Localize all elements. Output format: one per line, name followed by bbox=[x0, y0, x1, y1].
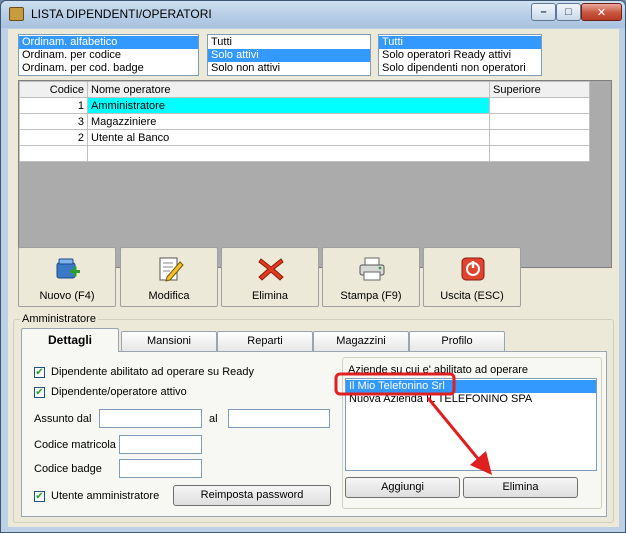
sort-option[interactable]: Ordinam. per codice bbox=[19, 49, 198, 62]
add-company-button[interactable]: Aggiungi bbox=[345, 477, 460, 498]
grid-header-row: Codice Nome operatore Superiore bbox=[19, 81, 590, 98]
delete-button-label: Elimina bbox=[251, 290, 289, 302]
table-row[interactable]: 2 Utente al Banco bbox=[19, 129, 590, 146]
admin-user-checkbox[interactable]: ✔ bbox=[34, 491, 45, 502]
cell-superior[interactable] bbox=[489, 129, 590, 146]
edit-button-label: Modifica bbox=[148, 290, 190, 302]
enabled-ready-label: Dipendente abilitato ad operare su Ready bbox=[51, 366, 255, 378]
delete-x-icon bbox=[258, 258, 284, 281]
type-filter-option[interactable]: Solo operatori Ready attivi bbox=[379, 49, 541, 62]
badge-field[interactable] bbox=[119, 459, 202, 478]
client-area: Ordinam. alfabetico Ordinam. per codice … bbox=[8, 29, 619, 527]
companies-label: Aziende su cui e' abilitato ad operare bbox=[348, 364, 529, 376]
cell-name[interactable]: Utente al Banco bbox=[87, 129, 490, 146]
tab-reparti[interactable]: Reparti bbox=[217, 331, 313, 351]
cell-name[interactable]: Amministratore bbox=[87, 97, 490, 114]
cell-superior[interactable] bbox=[489, 113, 590, 130]
active-filter-option[interactable]: Tutti bbox=[208, 36, 370, 49]
cell-code[interactable]: 3 bbox=[19, 113, 88, 130]
print-button[interactable]: Stampa (F9) bbox=[322, 247, 420, 307]
sort-option[interactable]: Ordinam. alfabetico bbox=[19, 36, 198, 49]
active-filter-option[interactable]: Solo non attivi bbox=[208, 62, 370, 75]
cell-superior[interactable] bbox=[489, 97, 590, 114]
tab-dettagli[interactable]: Dettagli bbox=[21, 328, 119, 352]
tab-magazzini[interactable]: Magazzini bbox=[313, 331, 409, 351]
printer-icon bbox=[359, 257, 385, 281]
maximize-button[interactable]: □ bbox=[556, 3, 581, 21]
remove-company-button[interactable]: Elimina bbox=[463, 477, 578, 498]
cell-name[interactable] bbox=[87, 145, 490, 162]
matricola-label: Codice matricola bbox=[34, 439, 116, 451]
header-superior[interactable]: Superiore bbox=[489, 81, 590, 98]
enabled-ready-checkbox[interactable]: ✔ bbox=[34, 367, 45, 378]
app-icon bbox=[9, 7, 24, 21]
close-button[interactable]: ✕ bbox=[581, 3, 622, 21]
company-item[interactable]: Il Mio Telefonino Srl bbox=[346, 380, 596, 393]
companies-list[interactable]: Il Mio Telefonino Srl Nuova Azienda IL T… bbox=[345, 378, 597, 471]
operators-grid[interactable]: Codice Nome operatore Superiore 1 Ammini… bbox=[18, 80, 612, 268]
active-filter-list[interactable]: Tutti Solo attivi Solo non attivi bbox=[207, 34, 371, 76]
sort-order-list[interactable]: Ordinam. alfabetico Ordinam. per codice … bbox=[18, 34, 199, 76]
reset-password-button[interactable]: Reimposta password bbox=[173, 485, 331, 506]
exit-button[interactable]: Uscita (ESC) bbox=[423, 247, 521, 307]
new-user-icon bbox=[56, 258, 80, 279]
tab-mansioni[interactable]: Mansioni bbox=[121, 331, 217, 351]
active-filter-option[interactable]: Solo attivi bbox=[208, 49, 370, 62]
delete-button[interactable]: Elimina bbox=[221, 247, 319, 307]
type-filter-list[interactable]: Tutti Solo operatori Ready attivi Solo d… bbox=[378, 34, 542, 76]
cell-name[interactable]: Magazziniere bbox=[87, 113, 490, 130]
exit-button-label: Uscita (ESC) bbox=[440, 290, 504, 302]
cell-code[interactable]: 2 bbox=[19, 129, 88, 146]
type-filter-option[interactable]: Solo dipendenti non operatori bbox=[379, 62, 541, 75]
new-button-label: Nuovo (F4) bbox=[39, 290, 95, 302]
table-row[interactable]: 1 Amministratore bbox=[19, 97, 590, 114]
exit-power-icon bbox=[461, 257, 485, 281]
active-operator-checkbox[interactable]: ✔ bbox=[34, 387, 45, 398]
minimize-button[interactable]: – bbox=[531, 3, 556, 21]
hired-to-field[interactable] bbox=[228, 409, 330, 428]
header-name[interactable]: Nome operatore bbox=[87, 81, 490, 98]
cell-code[interactable]: 1 bbox=[19, 97, 88, 114]
title-bar: LISTA DIPENDENTI/OPERATORI – □ ✕ bbox=[1, 1, 625, 28]
sort-option[interactable]: Ordinam. per cod. badge bbox=[19, 62, 198, 75]
edit-document-icon bbox=[159, 257, 184, 282]
hired-to-label: al bbox=[209, 413, 218, 425]
matricola-field[interactable] bbox=[119, 435, 202, 454]
main-window: LISTA DIPENDENTI/OPERATORI – □ ✕ Ordinam… bbox=[0, 0, 626, 533]
company-item[interactable]: Nuova Azienda IL TELEFONINO SPA bbox=[346, 393, 596, 406]
header-code[interactable]: Codice bbox=[19, 81, 88, 98]
table-row-empty[interactable] bbox=[19, 145, 590, 162]
cell-code[interactable] bbox=[19, 145, 88, 162]
action-toolbar: Nuovo (F4) Modifica Elimina Stampa (F9) … bbox=[18, 247, 612, 309]
hired-from-label: Assunto dal bbox=[34, 413, 92, 425]
table-row[interactable]: 3 Magazziniere bbox=[19, 113, 590, 130]
tab-profilo[interactable]: Profilo bbox=[409, 331, 505, 351]
window-title: LISTA DIPENDENTI/OPERATORI bbox=[31, 7, 212, 21]
new-button[interactable]: Nuovo (F4) bbox=[18, 247, 116, 307]
admin-user-label: Utente amministratore bbox=[51, 490, 160, 502]
hired-from-field[interactable] bbox=[99, 409, 202, 428]
type-filter-option[interactable]: Tutti bbox=[379, 36, 541, 49]
active-operator-label: Dipendente/operatore attivo bbox=[51, 386, 187, 398]
badge-label: Codice badge bbox=[34, 463, 102, 475]
groupbox-legend: Amministratore bbox=[20, 313, 98, 325]
edit-button[interactable]: Modifica bbox=[120, 247, 218, 307]
cell-superior[interactable] bbox=[489, 145, 590, 162]
print-button-label: Stampa (F9) bbox=[340, 290, 402, 302]
